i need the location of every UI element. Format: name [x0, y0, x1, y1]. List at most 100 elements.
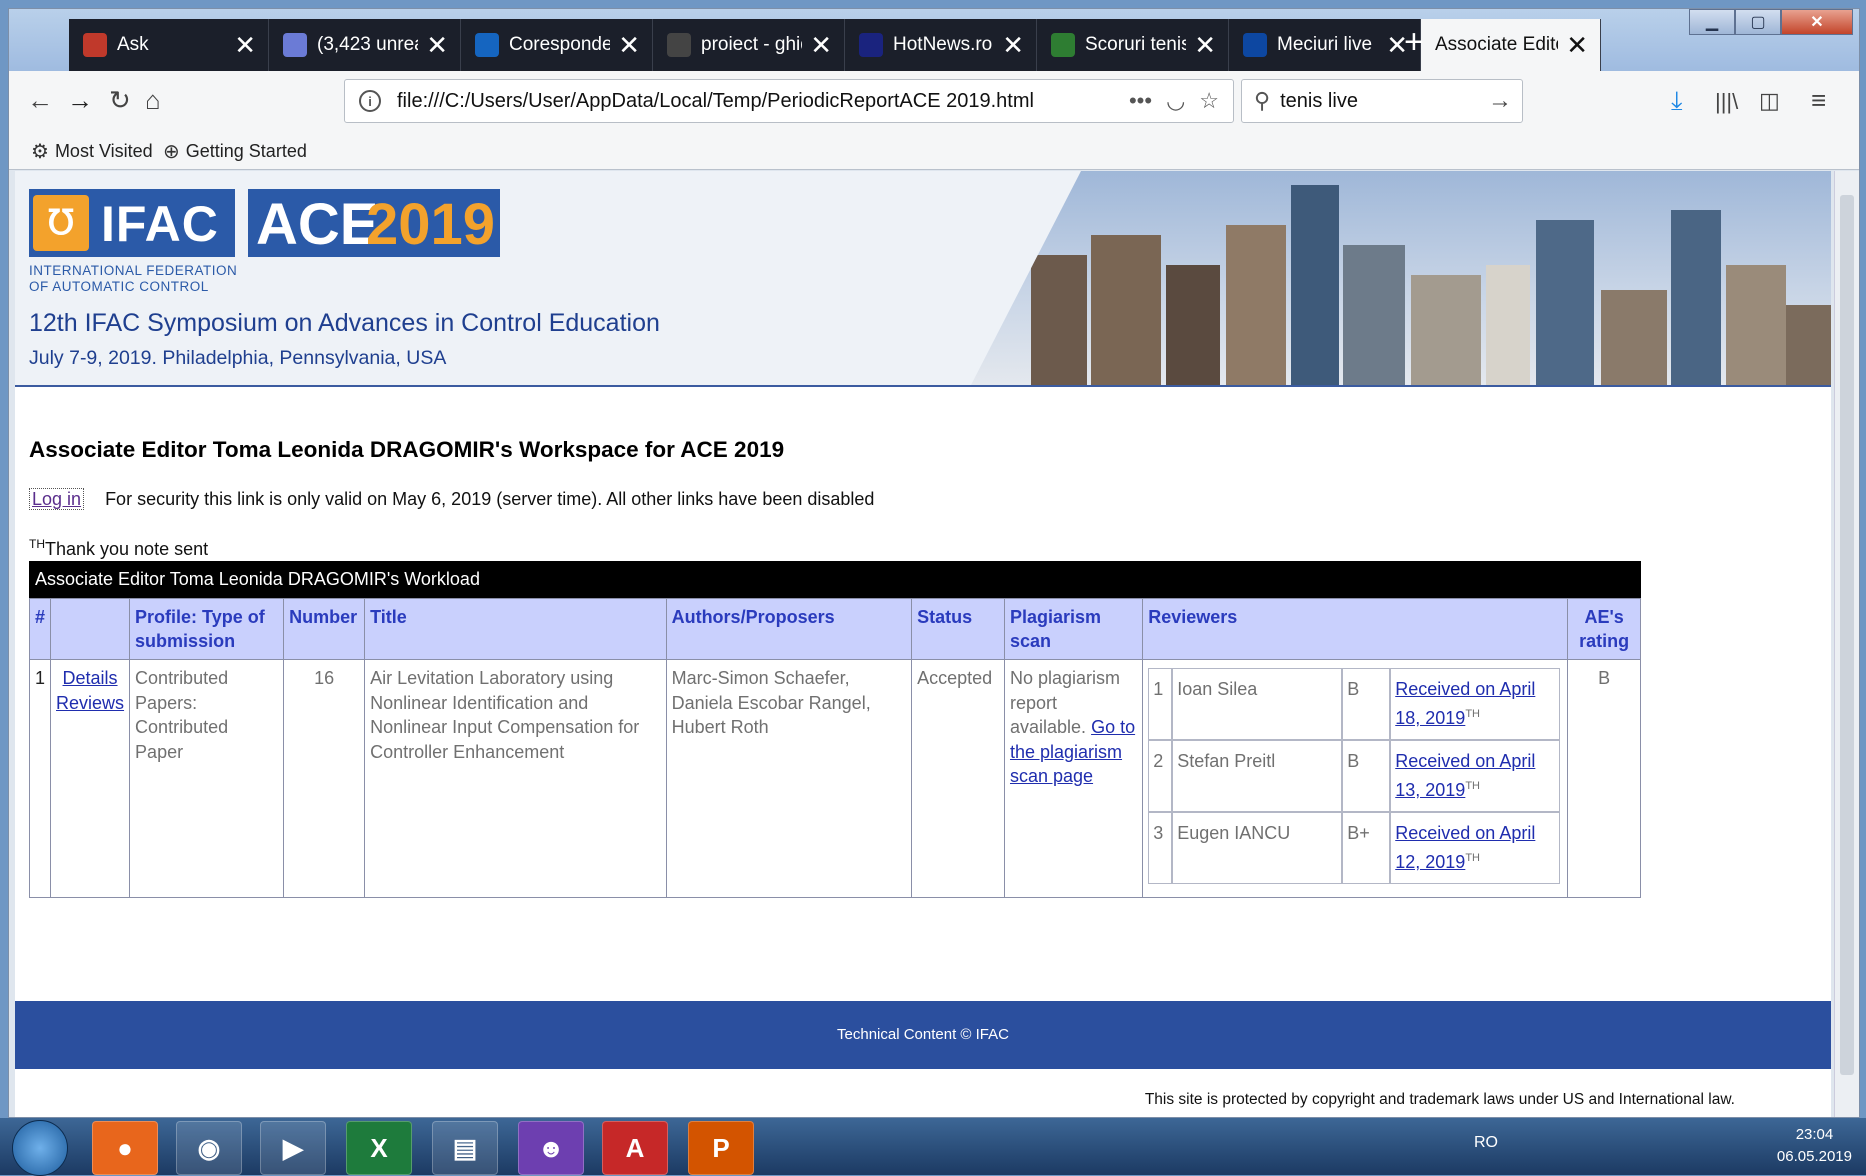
login-link[interactable]: Log in — [29, 488, 85, 510]
explorer-icon[interactable]: ▤ — [432, 1121, 498, 1175]
home-icon[interactable]: ⌂ — [145, 85, 161, 116]
reviewer-name: Eugen IANCU — [1172, 812, 1343, 884]
close-tab-icon[interactable]: ✕ — [1194, 30, 1216, 61]
browser-tab[interactable]: proiect - ghid- ✕ — [653, 19, 845, 71]
copyright-note: This site is protected by copyright and … — [1144, 1091, 1735, 1108]
review-received-link[interactable]: Received on April 18, 2019 — [1395, 679, 1535, 728]
tab-label: (3,423 unread) — [317, 34, 418, 55]
submission-status: Accepted — [911, 659, 1005, 898]
start-button[interactable] — [12, 1120, 68, 1176]
pocket-icon[interactable]: ◡ — [1166, 88, 1185, 114]
media-player-icon[interactable]: ▶ — [260, 1121, 326, 1175]
reviewer-grade: B — [1342, 668, 1391, 740]
tab-label: Meciuri live la t — [1277, 34, 1378, 55]
close-tab-icon[interactable]: ✕ — [618, 30, 640, 61]
search-input[interactable]: tenis live — [1280, 90, 1358, 113]
reviewer-row: 3 Eugen IANCU B+ Received on April 12, 2… — [1148, 812, 1561, 884]
livescore-icon — [1051, 33, 1075, 57]
submission-authors: Marc-Simon Schaefer, Daniela Escobar Ran… — [665, 659, 913, 898]
firefox-icon[interactable]: ● — [92, 1121, 158, 1175]
powerpoint-icon[interactable]: P — [688, 1121, 754, 1175]
new-tab-button[interactable]: + — [1404, 23, 1424, 62]
search-go-icon[interactable]: → — [1488, 87, 1512, 115]
vertical-scrollbar[interactable] — [1834, 171, 1859, 1117]
library-icon[interactable]: |||\ — [1715, 89, 1738, 115]
col-reviewers: Reviewers — [1142, 598, 1569, 660]
col-status: Status — [911, 598, 1005, 660]
col-links — [50, 598, 131, 660]
close-tab-icon[interactable]: ✕ — [1002, 30, 1024, 61]
page-actions-icon[interactable]: ••• — [1129, 88, 1152, 114]
bookmark-most-visited[interactable]: ⚙ Most Visited — [31, 139, 153, 164]
browser-tab[interactable]: Meciuri live la t✕ — [1229, 19, 1421, 71]
address-bar[interactable]: i file:///C:/Users/User/AppData/Local/Te… — [344, 79, 1234, 123]
browser-window: Ask✕(3,423 unread)✕Corespondență✕proiect… — [8, 8, 1860, 1118]
review-received-link[interactable]: Received on April 13, 2019 — [1395, 751, 1535, 800]
gear-icon: ⚙ — [31, 141, 49, 163]
page-content: ℧ IFAC ACE 2019 INTERNATIONAL FEDERATION… — [15, 171, 1831, 1117]
browser-tab[interactable]: Associate Editor's W ✕ — [1421, 19, 1601, 71]
minimize-button[interactable]: ▁ — [1689, 9, 1735, 35]
reviewer-row: 2 Stefan Preitl B Received on April 13, … — [1148, 740, 1561, 812]
info-icon[interactable]: i — [359, 90, 381, 112]
submission-title: Air Levitation Laboratory using Nonlinea… — [364, 659, 667, 898]
federation-name: INTERNATIONAL FEDERATION OF AUTOMATIC CO… — [29, 263, 238, 294]
review-received-link[interactable]: Received on April 12, 2019 — [1395, 823, 1535, 872]
col-profile: Profile: Type of submission — [129, 598, 285, 660]
navigation-bar: ← → ↻ ⌂ i file:///C:/Users/User/AppData/… — [9, 71, 1859, 134]
browser-tab[interactable]: Ask ✕ — [69, 19, 269, 71]
tab-label: proiect - ghid- — [701, 34, 802, 55]
window-controls: ▁ ▢ ✕ — [1689, 9, 1853, 35]
close-tab-icon[interactable]: ✕ — [426, 30, 448, 61]
col-plagiarism: Plagiarism scan — [1003, 598, 1144, 660]
reviewer-name: Ioan Silea — [1172, 668, 1343, 740]
ace-2019-logo: ACE 2019 — [248, 189, 500, 257]
reload-icon[interactable]: ↻ — [109, 85, 131, 116]
firefox-alt-icon[interactable]: ◉ — [176, 1121, 242, 1175]
details-link[interactable]: Details — [63, 668, 118, 688]
bookmark-star-icon[interactable]: ☆ — [1199, 88, 1219, 114]
browser-tab[interactable]: HotNews.ro - A ✕ — [845, 19, 1037, 71]
maximize-button[interactable]: ▢ — [1735, 9, 1781, 35]
browser-tab[interactable]: Corespondență ✕ — [461, 19, 653, 71]
row-index: 1 — [28, 659, 52, 898]
bookmark-getting-started[interactable]: ⊕ Getting Started — [163, 139, 307, 164]
mail-icon — [283, 33, 307, 57]
back-icon[interactable]: ← — [27, 85, 53, 116]
bookmarks-toolbar: ⚙ Most Visited ⊕ Getting Started — [9, 133, 1859, 170]
forward-icon[interactable]: → — [67, 85, 93, 116]
cn-icon — [667, 33, 691, 57]
ifac-symbol-icon: ℧ — [33, 195, 89, 251]
col-authors: Authors/Proposers — [665, 598, 913, 660]
hotnews-icon — [859, 33, 883, 57]
ask-icon — [83, 33, 107, 57]
reviewer-name: Stefan Preitl — [1172, 740, 1343, 812]
close-tab-icon[interactable]: ✕ — [1566, 30, 1588, 61]
outlook-icon — [475, 33, 499, 57]
messenger-icon[interactable]: ☻ — [518, 1121, 584, 1175]
tab-label: Associate Editor's W — [1435, 34, 1558, 55]
search-bar[interactable]: ⚲ tenis live → — [1241, 79, 1523, 123]
reviews-link[interactable]: Reviews — [56, 693, 124, 713]
acrobat-icon[interactable]: A — [602, 1121, 668, 1175]
close-tab-icon[interactable]: ✕ — [810, 30, 832, 61]
ifac-logo: ℧ IFAC — [29, 189, 235, 257]
scrollbar-thumb[interactable] — [1840, 195, 1854, 1075]
browser-tab[interactable]: Scoruri tenis live ✕ — [1037, 19, 1229, 71]
tab-label: Corespondență — [509, 34, 610, 55]
col-number: Number — [283, 598, 366, 660]
security-note: For security this link is only valid on … — [105, 489, 875, 509]
sidebar-icon[interactable]: ◫ — [1759, 88, 1780, 114]
close-tab-icon[interactable]: ✕ — [234, 30, 256, 61]
system-clock[interactable]: 23:04 06.05.2019 — [1777, 1124, 1852, 1168]
reviewer-row: 1 Ioan Silea B Received on April 18, 201… — [1148, 668, 1561, 740]
language-indicator[interactable]: RO — [1474, 1134, 1498, 1152]
browser-tab[interactable]: (3,423 unread) ✕ — [269, 19, 461, 71]
workload-table: Associate Editor Toma Leonida DRAGOMIR's… — [28, 561, 1641, 898]
menu-icon[interactable]: ≡ — [1811, 85, 1826, 116]
excel-icon[interactable]: X — [346, 1121, 412, 1175]
close-window-button[interactable]: ✕ — [1781, 9, 1853, 35]
ae-rating: B — [1567, 659, 1641, 898]
conference-banner: ℧ IFAC ACE 2019 INTERNATIONAL FEDERATION… — [15, 171, 1831, 387]
download-icon[interactable]: ⤓ — [1671, 85, 1683, 117]
